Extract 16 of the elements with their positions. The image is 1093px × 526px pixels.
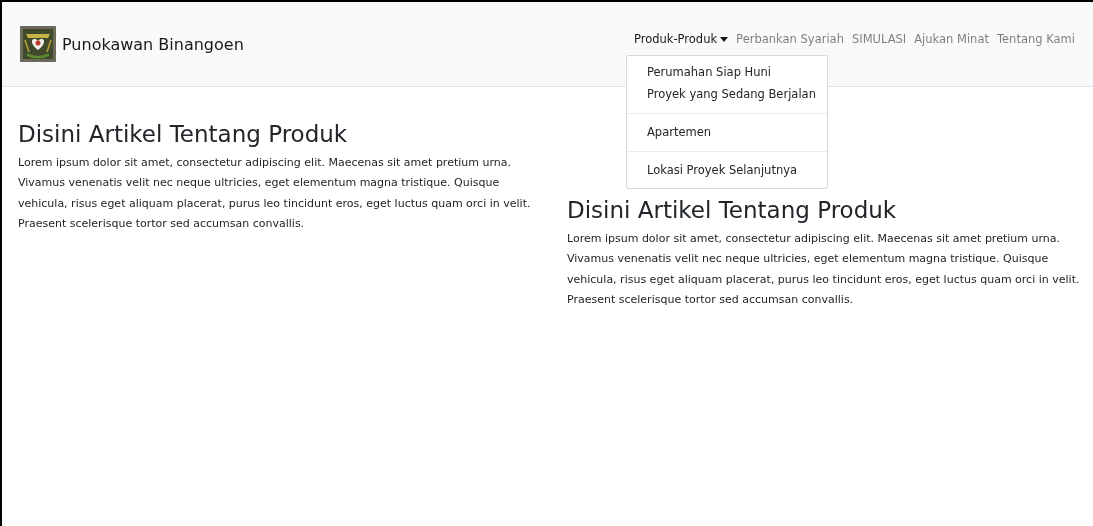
nav-link[interactable]: SIMULASI [847,24,911,54]
dropdown-item[interactable]: Apartemen [626,122,732,144]
dropdown-item[interactable]: Lokasi Proyek Selanjutnya [626,160,818,182]
article-heading: Disini Artikel Tentang Produk [18,121,349,149]
logo-drawing[interactable] [20,26,56,62]
article-text: Lorem ipsum dolor sit amet, consectetur adipiscing elit. Maecenas sit amet pretium urna. Vivamus venenatis velit nec neque ultricies, eget elementum magna tristique. Quisque vehicula, risus eget aliquam placerat, purus leo tincidunt eros, eget luctus quam orci in velit. Praesent scelerisque tortor sed accumsan convallis. [567,230,1081,309]
dropdown-toggle[interactable]: Produk-Produk [629,24,733,54]
brand-name[interactable]: Punokawan Binangoen [62,34,244,54]
dropdown-item[interactable]: Perumahan Siap Huni [626,62,792,84]
nav-link[interactable]: Perbankan Syariah [732,24,848,54]
nav-link[interactable]: Ajukan Minat [910,24,993,54]
dropdown-item[interactable]: Proyek yang Sedang Berjalan [626,84,836,106]
caret-icon [720,36,729,42]
nav-link[interactable]: Tentang Kami [992,24,1079,54]
article-text: Lorem ipsum dolor sit amet, consectetur adipiscing elit. Maecenas sit amet pretium urna. Vivamus venenatis velit nec neque ultricies, eget elementum magna tristique. Quisque vehicula, risus eget aliquam placerat, purus leo tincidunt eros, eget luctus quam orci in velit. Praesent scelerisque tortor sed accumsan convallis. [18,154,532,233]
article-heading: Disini Artikel Tentang Produk [567,197,898,225]
